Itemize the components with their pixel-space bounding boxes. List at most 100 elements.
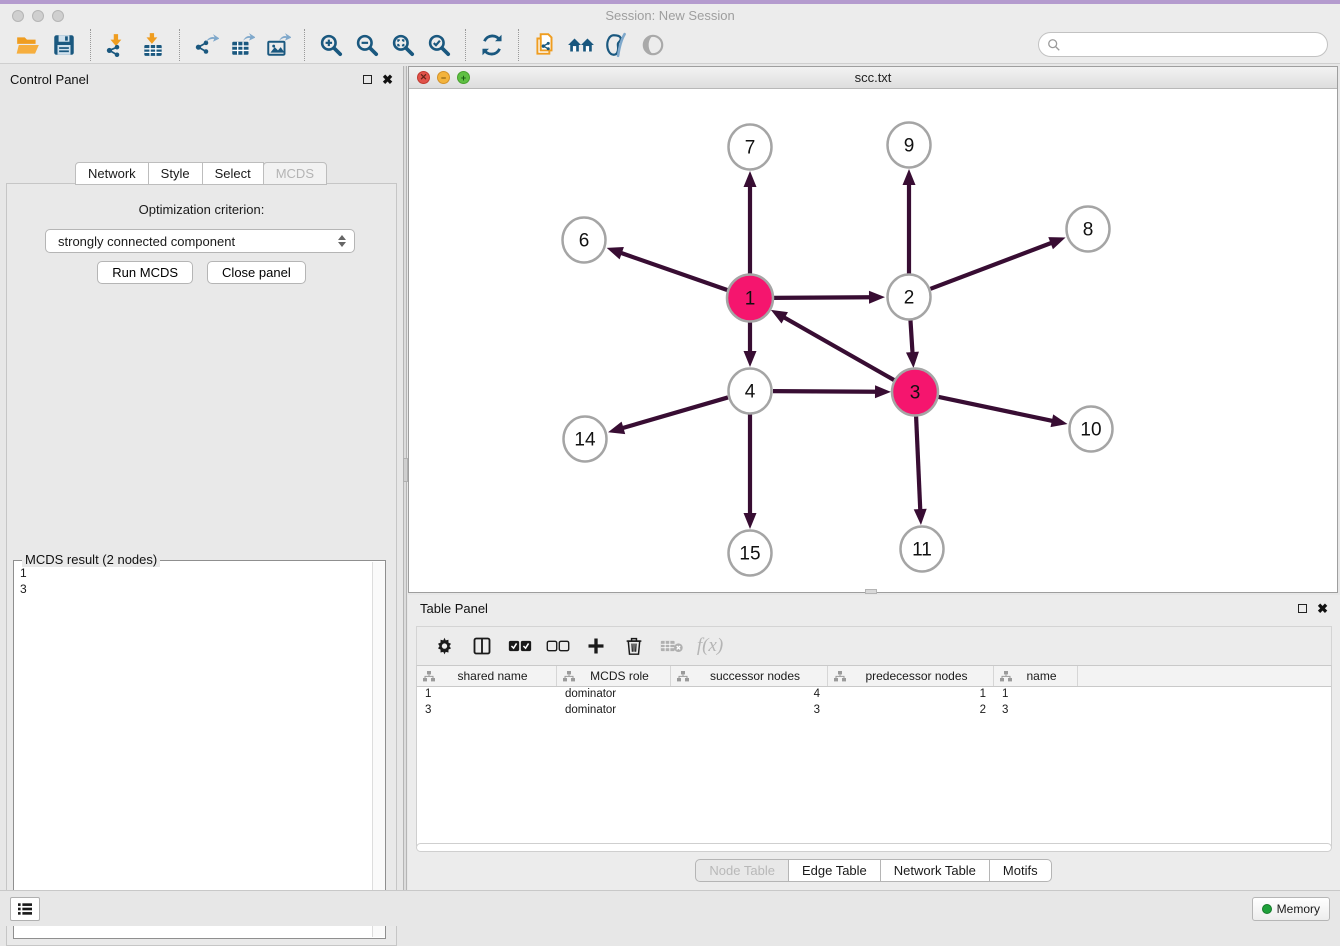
network-graph[interactable]: 7968124314101511 [409,89,1337,592]
tab-select[interactable]: Select [202,162,264,185]
float-table-panel-icon[interactable] [1298,604,1307,613]
cell-0-4[interactable]: 1 [994,687,1078,703]
edge-2-8[interactable] [931,242,1053,288]
panel-splitter[interactable] [403,66,407,890]
show-hide-icon [640,32,666,58]
toolbar-separator [304,29,305,61]
toolbar-separator [179,29,180,61]
column-header-shared-name[interactable]: shared name [417,666,557,686]
node-label-1: 1 [745,289,756,310]
cell-0-1[interactable]: dominator [557,687,671,703]
table-horizontal-scrollbar[interactable] [416,843,1332,852]
cyndex-home-button[interactable] [563,29,599,61]
tab-node-table[interactable]: Node Table [695,859,789,882]
fit-content-button[interactable] [385,29,421,61]
open-session-button[interactable] [10,29,46,61]
apply-style-button[interactable] [599,29,635,61]
close-panel-icon[interactable]: ✖ [382,75,393,84]
table-row-1[interactable]: 3dominator323 [417,703,1331,719]
mcds-panel: Optimization criterion: strongly connect… [6,183,397,946]
float-panel-icon[interactable] [363,75,372,84]
export-table-button[interactable] [224,29,260,61]
maximize-network-button[interactable]: + [457,71,470,84]
zoom-in-button[interactable] [313,29,349,61]
cell-1-1[interactable]: dominator [557,703,671,719]
cell-1-4[interactable]: 3 [994,703,1078,719]
edge-4-3[interactable] [773,391,877,392]
plus-icon [586,636,606,656]
function-builder-button[interactable]: f(x) [693,631,727,661]
fx-icon: f(x) [697,635,723,657]
add-column-button[interactable] [579,631,613,661]
table-panel: Table Panel ✖ [408,595,1340,890]
table-panel-title: Table Panel [420,601,488,616]
node-label-11: 11 [912,540,932,561]
import-network-button[interactable] [99,29,135,61]
cell-1-0[interactable]: 3 [417,703,557,719]
edge-3-11[interactable] [916,415,920,511]
search-input[interactable] [1061,38,1327,52]
run-mcds-button[interactable]: Run MCDS [97,261,193,284]
tab-edge-table[interactable]: Edge Table [788,859,881,882]
column-header-MCDS-role[interactable]: MCDS role [557,666,671,686]
window-title: Session: New Session [0,8,1340,23]
deselect-all-button[interactable] [541,631,575,661]
criterion-dropdown[interactable]: strongly connected component [45,229,355,253]
import-table-button[interactable] [135,29,171,61]
close-panel-button[interactable]: Close panel [207,261,306,284]
columns-icon [472,636,492,656]
control-panel-title: Control Panel [10,72,89,87]
resize-grip[interactable] [865,589,877,594]
export-image-icon [265,32,291,58]
columns-button[interactable] [465,631,499,661]
column-header-name[interactable]: name [994,666,1078,686]
network-canvas[interactable]: 7968124314101511 [409,89,1337,592]
tab-mcds[interactable]: MCDS [263,162,327,185]
result-scrollbar[interactable] [372,562,385,937]
export-image-button[interactable] [260,29,296,61]
zoom-out-button[interactable] [349,29,385,61]
table-row-0[interactable]: 1dominator411 [417,687,1331,703]
cell-0-3[interactable]: 1 [828,687,994,703]
refresh-button[interactable] [474,29,510,61]
node-label-10: 10 [1080,420,1101,441]
column-header-successor-nodes[interactable]: successor nodes [671,666,828,686]
edge-arrowhead [906,352,919,368]
edge-1-2[interactable] [773,297,871,298]
cell-0-2[interactable]: 4 [671,687,828,703]
minimize-network-button[interactable]: − [437,71,450,84]
search-field[interactable] [1038,32,1328,57]
save-session-button[interactable] [46,29,82,61]
cell-1-3[interactable]: 2 [828,703,994,719]
zoom-selected-button[interactable] [421,29,457,61]
tab-network[interactable]: Network [75,162,149,185]
close-table-panel-icon[interactable]: ✖ [1317,604,1328,613]
edge-2-3[interactable] [910,320,912,354]
tab-style[interactable]: Style [148,162,203,185]
task-history-button[interactable] [10,897,40,921]
duplicate-network-button[interactable] [527,29,563,61]
chevron-up-down-icon [338,235,346,247]
edge-3-10[interactable] [938,397,1054,421]
network-window-titlebar[interactable]: ✕ − + scc.txt [409,67,1337,89]
gear-button[interactable] [427,631,461,661]
show-hide-button[interactable] [635,29,671,61]
table-header-row: shared nameMCDS rolesuccessor nodesprede… [417,666,1331,687]
hierarchy-icon [423,671,435,682]
edge-4-14[interactable] [621,397,727,428]
edge-3-1[interactable] [783,317,895,381]
import-network-icon [104,32,130,58]
column-header-predecessor-nodes[interactable]: predecessor nodes [828,666,994,686]
delete-button[interactable] [617,631,651,661]
delete-table-button[interactable] [655,631,689,661]
cell-0-0[interactable]: 1 [417,687,557,703]
close-network-button[interactable]: ✕ [417,71,430,84]
tab-motifs[interactable]: Motifs [989,859,1052,882]
memory-button[interactable]: Memory [1252,897,1330,921]
tab-network-table[interactable]: Network Table [880,859,990,882]
select-all-button[interactable] [503,631,537,661]
edge-1-6[interactable] [620,253,728,291]
duplicate-network-icon [532,32,558,58]
export-network-button[interactable] [188,29,224,61]
cell-1-2[interactable]: 3 [671,703,828,719]
